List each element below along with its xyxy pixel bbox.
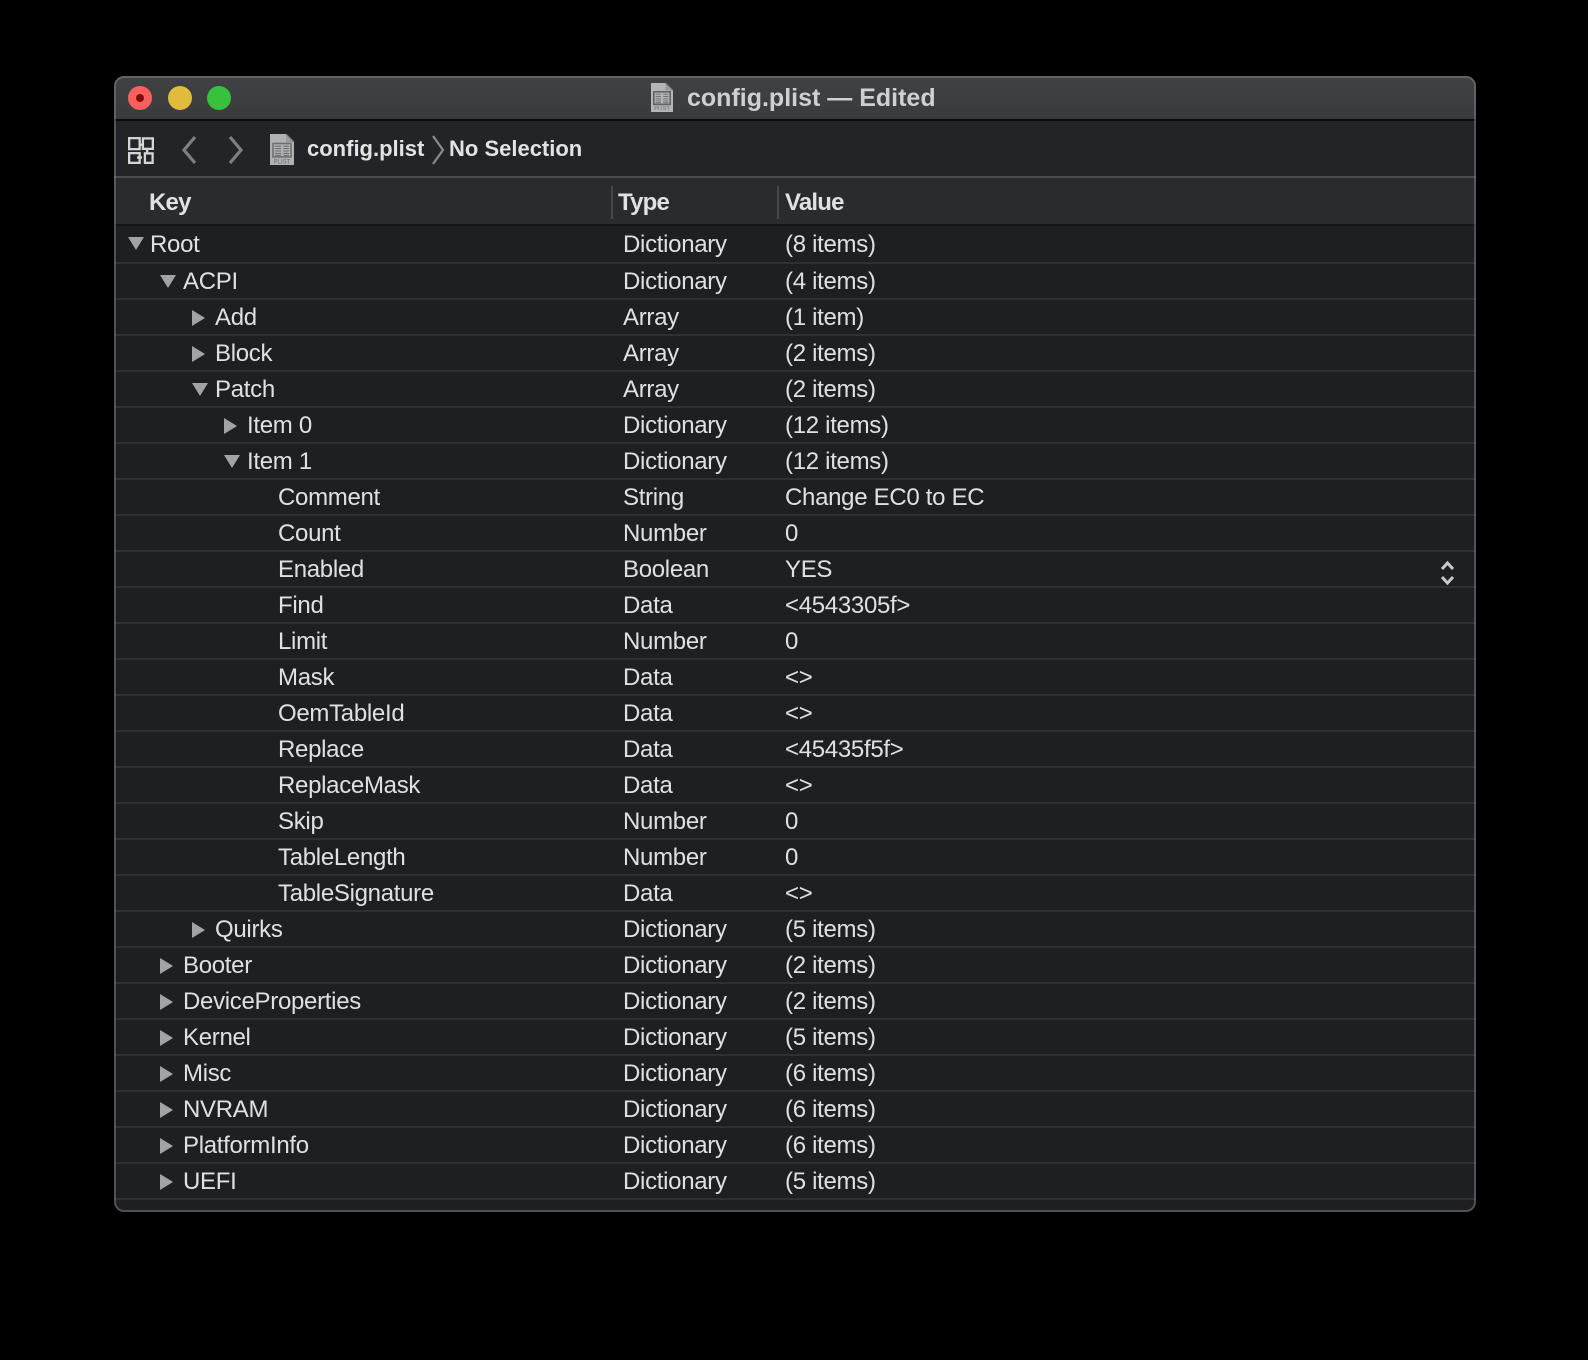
svg-text:PLIST: PLIST (274, 160, 291, 166)
svg-text:PLIST: PLIST (654, 106, 670, 112)
